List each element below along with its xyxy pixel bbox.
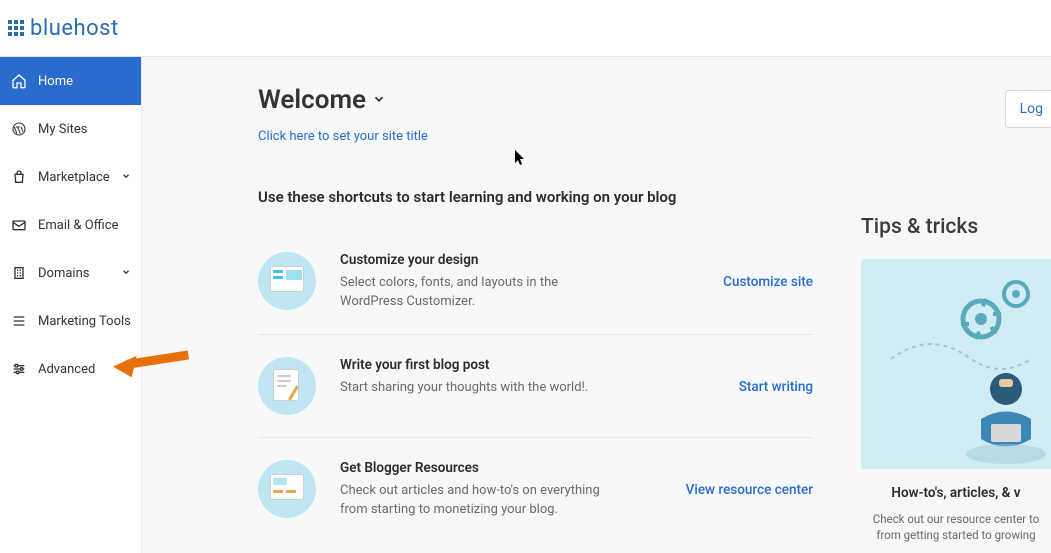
write-thumb-icon [258, 357, 316, 415]
welcome-dropdown[interactable]: Welcome [258, 85, 813, 115]
sidebar-item-label: My Sites [38, 122, 87, 137]
start-writing-link[interactable]: Start writing [739, 357, 813, 395]
view-resource-center-link[interactable]: View resource center [686, 460, 813, 498]
card-desc: Check out articles and how-to's on every… [340, 482, 610, 520]
sidebar-item-label: Marketing Tools [38, 314, 131, 329]
tips-illustration [861, 259, 1051, 469]
shortcuts-heading: Use these shortcuts to start learning an… [258, 188, 813, 206]
resources-thumb-icon [258, 460, 316, 518]
top-bar: bluehost [0, 0, 1051, 57]
customize-thumb-icon [258, 252, 316, 310]
sliders-icon [10, 360, 28, 378]
page-title: Welcome [258, 85, 366, 115]
main-content: Welcome Click here to set your site titl… [142, 57, 1051, 553]
log-button[interactable]: Log [1005, 90, 1051, 128]
sidebar-item-label: Home [38, 74, 73, 89]
card-desc: Start sharing your thoughts with the wor… [340, 379, 610, 398]
shortcuts-list: Customize your design Select colors, fon… [258, 230, 813, 541]
mouse-cursor-icon [515, 150, 527, 170]
list-icon [10, 312, 28, 330]
sidebar-item-label: Advanced [38, 362, 95, 377]
sidebar-item-email-office[interactable]: Email & Office [0, 201, 141, 249]
wordpress-icon [10, 120, 28, 138]
card-title: Get Blogger Resources [340, 460, 610, 476]
sidebar-item-domains[interactable]: Domains [0, 249, 141, 297]
tips-panel: Tips & tricks [861, 85, 1051, 553]
bag-icon [10, 168, 28, 186]
tips-subtitle: How-to's, articles, & v [861, 485, 1051, 501]
card-title: Write your first blog post [340, 357, 610, 373]
sidebar-item-marketplace[interactable]: Marketplace [0, 153, 141, 201]
chevron-down-icon [121, 170, 131, 185]
sidebar: Home My Sites Marketplace Email & Office… [0, 57, 142, 553]
set-site-title-link[interactable]: Click here to set your site title [258, 129, 428, 144]
building-icon [10, 264, 28, 282]
customize-site-link[interactable]: Customize site [723, 252, 813, 290]
sidebar-item-home[interactable]: Home [0, 57, 141, 105]
shortcut-card-customize: Customize your design Select colors, fon… [258, 230, 813, 335]
shortcut-card-write-post: Write your first blog post Start sharing… [258, 335, 813, 438]
mail-icon [10, 216, 28, 234]
home-icon [10, 72, 28, 90]
tips-heading: Tips & tricks [861, 215, 1051, 239]
sidebar-item-label: Email & Office [38, 218, 118, 233]
card-desc: Select colors, fonts, and layouts in the… [340, 274, 610, 312]
chevron-down-icon [372, 91, 386, 110]
sidebar-item-my-sites[interactable]: My Sites [0, 105, 141, 153]
tips-description: Check out our resource center to from ge… [861, 511, 1051, 543]
sidebar-item-label: Domains [38, 266, 89, 281]
shortcut-card-resources: Get Blogger Resources Check out articles… [258, 438, 813, 542]
sidebar-item-label: Marketplace [38, 170, 110, 185]
card-title: Customize your design [340, 252, 610, 268]
apps-grid-icon[interactable] [8, 20, 24, 36]
chevron-down-icon [121, 266, 131, 281]
brand-logo: bluehost [30, 16, 119, 41]
